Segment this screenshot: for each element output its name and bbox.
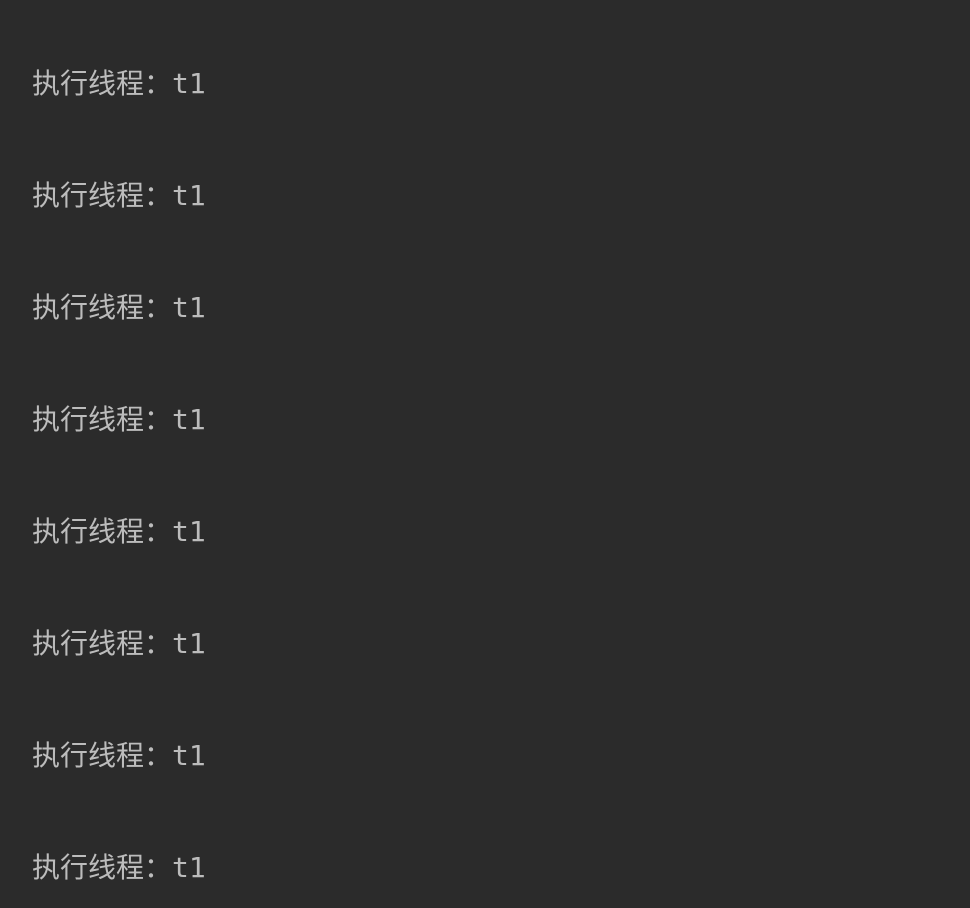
console-line: 执行线程：t1 xyxy=(32,56,970,112)
console-output: 执行线程：t1 执行线程：t1 执行线程：t1 执行线程：t1 执行线程：t1 … xyxy=(0,0,970,908)
console-line: 执行线程：t1 xyxy=(32,728,970,784)
console-line: 执行线程：t1 xyxy=(32,392,970,448)
console-line: 执行线程：t1 xyxy=(32,280,970,336)
console-line: 执行线程：t1 xyxy=(32,616,970,672)
console-line: 执行线程：t1 xyxy=(32,168,970,224)
console-line: 执行线程：t1 xyxy=(32,504,970,560)
console-line: 执行线程：t1 xyxy=(32,840,970,896)
